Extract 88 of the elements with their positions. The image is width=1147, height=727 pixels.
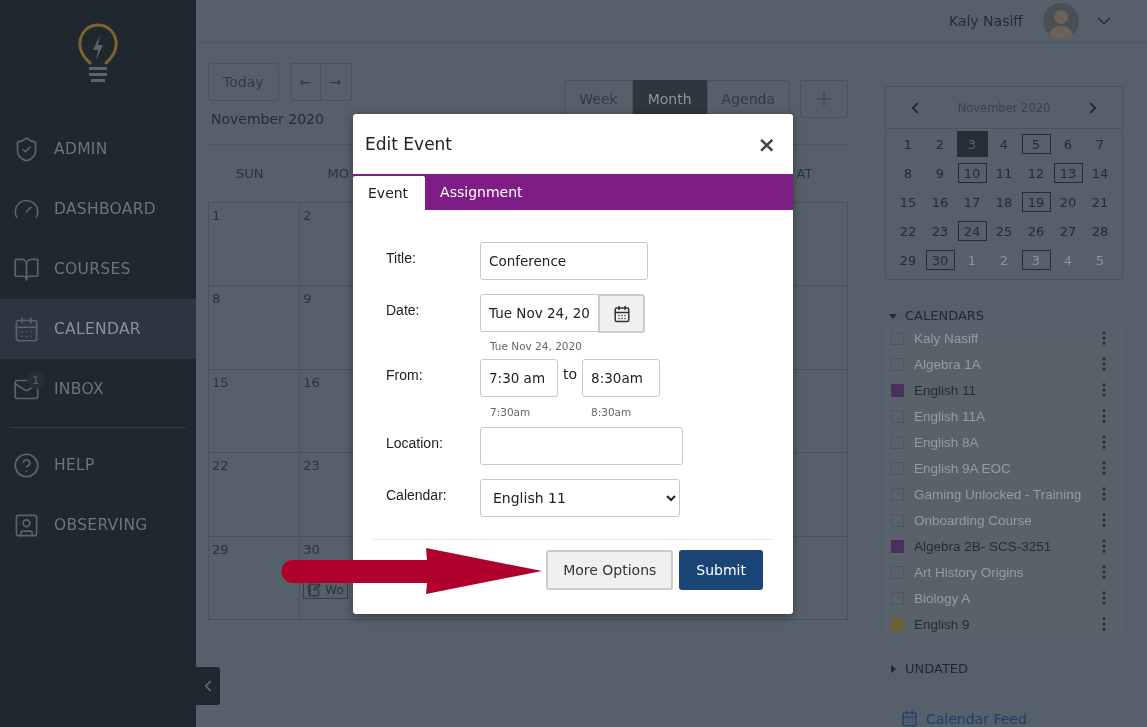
nav-item[interactable]: CALENDAR	[0, 299, 196, 359]
section-toggle[interactable]: CALENDARS	[885, 308, 1123, 323]
date-hint: Tue Nov 24, 2020	[490, 340, 582, 352]
field-label: Calendar:	[386, 486, 448, 503]
add-button[interactable]	[800, 80, 848, 118]
mini-calendar-day[interactable]: 11	[989, 163, 1019, 183]
mini-calendar-day[interactable]: 5	[1021, 134, 1051, 154]
calendar-icon	[13, 315, 40, 343]
mini-calendar-day[interactable]: 15	[893, 192, 923, 212]
calendar-checkbox[interactable]	[891, 383, 904, 397]
submit-button[interactable]: Submit	[679, 550, 763, 590]
previous-button[interactable]: ←	[289, 63, 321, 101]
mini-calendar-day[interactable]: 13	[1053, 163, 1083, 183]
mini-calendar-day[interactable]: 7	[1085, 134, 1115, 154]
field-label: Date:	[386, 301, 421, 318]
mini-calendar-day[interactable]: 19	[1021, 192, 1051, 212]
section-toggle[interactable]: UNDATED	[885, 661, 1123, 676]
calendar-name: Biology A	[914, 590, 972, 606]
location-input[interactable]	[480, 427, 683, 465]
time-hint: 7:30am	[490, 406, 532, 418]
calendar-name: Kaly Nasiff	[914, 330, 980, 346]
mini-calendar-day[interactable]: 10	[957, 163, 987, 183]
user-name: Kaly Nasiff	[948, 13, 1023, 29]
calendar-icon	[612, 304, 631, 323]
calendar-name: English 11A	[914, 408, 987, 424]
nav-item[interactable]: OBSERVING	[0, 495, 196, 555]
nav-item[interactable]: HELP	[0, 435, 196, 495]
calendar-name: Algebra 2B- SCS-3251	[914, 538, 1053, 554]
field-label: Location:	[386, 434, 444, 451]
mini-calendar-day[interactable]: 28	[1085, 221, 1115, 241]
nav-item[interactable]: COURSES	[0, 239, 196, 299]
mini-calendar-day[interactable]: 2	[925, 134, 955, 154]
mini-calendar-day[interactable]: 8	[893, 163, 923, 183]
mini-calendar-day[interactable]: 25	[989, 221, 1019, 241]
date-input[interactable]: Tue Nov 24, 20	[480, 294, 599, 332]
nav-item[interactable]: DASHBOARD	[0, 179, 196, 239]
help-icon	[13, 451, 40, 479]
mini-calendar-day[interactable]: 26	[1021, 221, 1051, 241]
month-label: November 2020	[211, 111, 325, 127]
mini-calendar-day[interactable]: 30	[925, 250, 955, 270]
triangle-icon	[889, 311, 897, 320]
calendar-name: English 8A	[914, 434, 980, 450]
collapse-tab[interactable]	[196, 667, 220, 705]
note-icon	[307, 582, 322, 597]
mini-calendar-day[interactable]: 14	[1085, 163, 1115, 183]
calendar-name: Algebra 1A	[914, 356, 982, 372]
mini-calendar-day[interactable]: 23	[925, 221, 955, 241]
calendar-name: Art History Origins	[914, 564, 1025, 580]
calendar-select[interactable]: English 11	[480, 479, 680, 517]
mini-calendar-day[interactable]: 9	[925, 163, 955, 183]
calendar-icon	[901, 710, 918, 727]
mini-calendar-day[interactable]: 29	[893, 250, 923, 270]
more-options-button[interactable]: More Options	[546, 550, 674, 590]
field-label: From:	[386, 366, 424, 383]
mini-calendar-day[interactable]: 17	[957, 192, 987, 212]
calendar-checkbox[interactable]	[891, 617, 904, 631]
mini-calendar-day[interactable]: 22	[893, 221, 923, 241]
calendar-name: English 9A EOC	[914, 460, 1012, 476]
end-time-input[interactable]: 8:30am	[582, 359, 661, 397]
mini-calendar-day[interactable]: 4	[989, 134, 1019, 154]
calendar-name: English 11	[914, 382, 978, 398]
dialog-tab[interactable]: Event	[353, 176, 426, 210]
mini-calendar-day[interactable]: 16	[925, 192, 955, 212]
mini-calendar-day[interactable]: 12	[1021, 163, 1051, 183]
calendar-feed-link[interactable]: Calendar Feed	[901, 710, 1123, 727]
date-picker-button[interactable]	[598, 294, 645, 333]
mini-calendar-day[interactable]: 27	[1053, 221, 1083, 241]
start-time-input[interactable]: 7:30 am	[480, 359, 558, 397]
mini-calendar-day[interactable]: 18	[989, 192, 1019, 212]
calendar-checkbox[interactable]	[891, 539, 904, 553]
time-hint: 8:30am	[591, 406, 632, 418]
triangle-icon	[889, 664, 897, 673]
to-label: to	[563, 365, 578, 382]
calendar-name: Onboarding Course	[914, 512, 1033, 528]
calendar-name: Gaming Unlocked - Training	[914, 486, 1083, 502]
nav-item[interactable]: ADMIN	[0, 119, 196, 179]
close-button[interactable]: ×	[755, 131, 778, 157]
field-label: Title:	[386, 249, 417, 266]
dialog-title: Edit Event	[365, 134, 453, 154]
dialog-tab[interactable]: Assignment	[425, 174, 540, 210]
mini-calendar-day[interactable]: 1	[893, 134, 923, 154]
mini-calendar-day[interactable]: 21	[1085, 192, 1115, 212]
mini-calendar-day[interactable]: 20	[1053, 192, 1083, 212]
avatar[interactable]	[1043, 3, 1079, 39]
next-button[interactable]: →	[320, 63, 352, 101]
mini-calendar-day[interactable]: 24	[957, 221, 987, 241]
mini-calendar-day[interactable]: 6	[1053, 134, 1083, 154]
title-input[interactable]: Conference	[480, 242, 648, 280]
